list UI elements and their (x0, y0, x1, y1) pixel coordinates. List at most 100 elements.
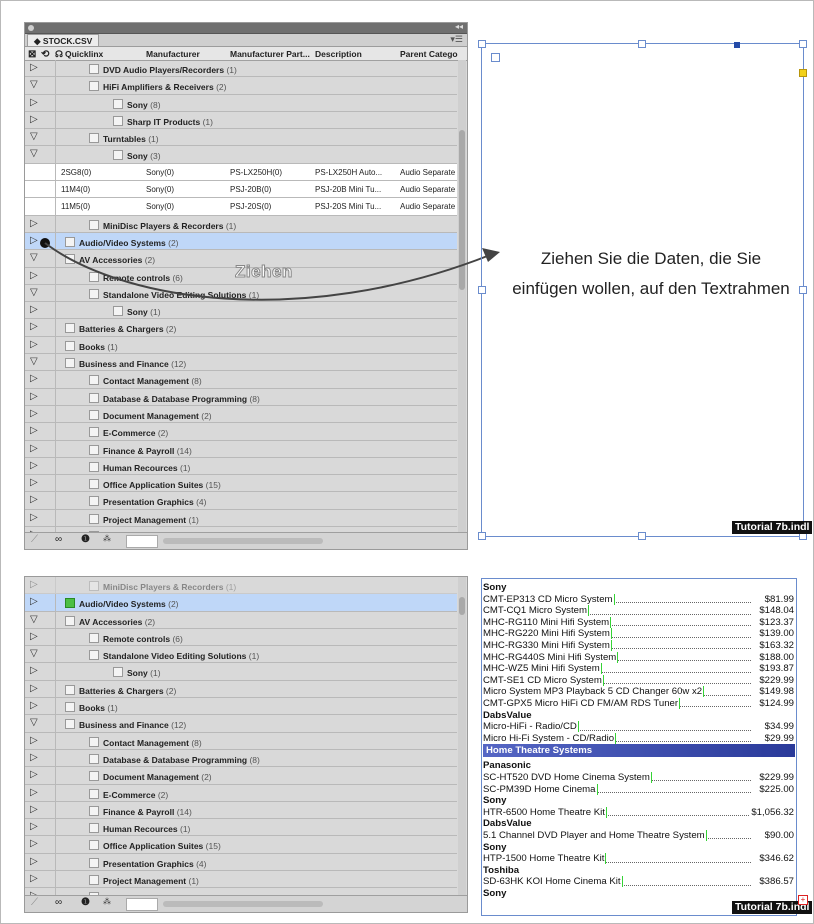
frame-handle[interactable] (799, 286, 807, 294)
category-name: Project Management (103, 876, 189, 887)
scroll-thumb[interactable] (459, 597, 465, 615)
product-line: CMT-EP313 CD Micro System $81.99 (483, 593, 795, 605)
checkbox[interactable] (89, 650, 99, 661)
in-port-icon[interactable] (491, 53, 500, 62)
collapsed-triangle-icon[interactable]: ▷ (30, 821, 38, 832)
checkbox[interactable] (89, 581, 99, 591)
product-name: Micro System MP3 Playback 5 CD Changer 6… (483, 686, 705, 698)
checkbox[interactable] (89, 823, 99, 834)
checkbox[interactable] (89, 736, 99, 747)
product-price: $1,056.32 (750, 806, 794, 819)
product-line: 5.1 Channel DVD Player and Home Theatre … (483, 830, 795, 842)
search-field[interactable] (126, 898, 158, 911)
tree-row[interactable]: ▷ Presentation Graphics (4) (25, 853, 457, 872)
tree-row[interactable]: ▷ Batteries & Chargers (2) (25, 680, 457, 699)
collapsed-triangle-icon[interactable]: ▷ (30, 631, 38, 642)
category-label: Office Application Suites (15) (89, 840, 221, 851)
collapsed-triangle-icon[interactable]: ▷ (30, 596, 38, 607)
tree-row[interactable]: ▷ Sony (1) (25, 663, 457, 681)
category-count: (1) (248, 651, 260, 662)
collapsed-triangle-icon[interactable]: ▷ (30, 873, 38, 884)
checkbox[interactable] (65, 598, 75, 609)
tree-row[interactable]: ▷ Office Application Suites (15) (25, 836, 457, 854)
checkbox[interactable] (65, 615, 75, 626)
checkbox[interactable] (113, 667, 123, 678)
collapsed-triangle-icon[interactable]: ▷ (30, 838, 38, 849)
frame-handle[interactable] (799, 40, 807, 48)
tree-row[interactable]: ▷ Contact Management (8) (25, 732, 457, 750)
checkbox[interactable] (89, 771, 99, 782)
binoculars-icon[interactable]: ∞ (55, 897, 62, 908)
tree-row[interactable]: ▽ Business and Finance (12) (25, 715, 457, 733)
checkbox[interactable] (89, 632, 99, 643)
frame-handle[interactable] (478, 40, 486, 48)
tree-list-bottom: ▷ MiniDisc Players & Recorders (1) ▷ Audio/… (25, 577, 457, 897)
product-name: Micro Hi-Fi System - CD/Radio (483, 732, 617, 744)
collapsed-triangle-icon[interactable]: ▷ (30, 787, 38, 798)
tree-row[interactable]: ▷ E-Commerce (2) (25, 784, 457, 802)
collapsed-triangle-icon[interactable]: ▷ (30, 769, 38, 780)
category-label: Sony (1) (113, 667, 161, 678)
category-count: (4) (196, 858, 207, 869)
collapsed-triangle-icon[interactable]: ▷ (30, 579, 38, 590)
corner-option-icon[interactable] (799, 69, 807, 77)
product-line: Micro Hi-Fi System - CD/Radio $29.99 (483, 732, 795, 745)
twisty-cell: ▷ (25, 749, 56, 767)
product-line: MHC-RG330 Mini Hifi System $163.32 (483, 640, 795, 652)
product-price: $139.00 (758, 628, 794, 640)
twisty-cell: ▷ (25, 628, 56, 646)
collapsed-triangle-icon[interactable]: ▷ (30, 804, 38, 815)
tree-row[interactable]: ▷ Audio/Video Systems (2) (25, 594, 457, 612)
product-price: $163.32 (758, 640, 794, 652)
checkbox[interactable] (65, 719, 75, 730)
collapsed-triangle-icon[interactable]: ▷ (30, 700, 38, 711)
frame-handle[interactable] (638, 40, 646, 48)
collapsed-triangle-icon[interactable]: ▷ (30, 735, 38, 746)
manufacturer-heading: Sony (483, 795, 795, 806)
product-name: MHC-RG330 Mini Hifi System (483, 640, 612, 651)
data-merge-panel-bottom: ▷ MiniDisc Players & Recorders (1) ▷ Audio/… (24, 576, 468, 913)
horizontal-scrollbar[interactable] (163, 901, 323, 907)
tree-row[interactable]: ▷ MiniDisc Players & Recorders (1) (25, 577, 457, 595)
collapsed-triangle-icon[interactable]: ▷ (30, 856, 38, 867)
tree-row[interactable]: ▽ AV Accessories (2) (25, 611, 457, 629)
checkbox[interactable] (89, 857, 99, 868)
unlink-icon[interactable]: ⁂ (103, 897, 111, 906)
product-line: MHC-WZ5 Mini Hifi System $193.87 (483, 663, 795, 675)
product-line: Micro System MP3 Playback 5 CD Changer 6… (483, 686, 795, 698)
checkbox[interactable] (89, 805, 99, 816)
tree-row[interactable]: ▷ Remote controls (6) (25, 628, 457, 647)
product-price: $188.00 (758, 651, 794, 663)
pen-icon[interactable]: ⟋ (31, 897, 38, 908)
checkbox[interactable] (89, 840, 99, 851)
anchor-marker[interactable] (734, 42, 740, 48)
collapsed-triangle-icon[interactable]: ▷ (30, 683, 38, 694)
frame-handle[interactable] (638, 532, 646, 540)
checkbox[interactable] (89, 788, 99, 799)
tree-row[interactable]: ▷ Finance & Payroll (14) (25, 801, 457, 820)
filled-text-frame[interactable]: Sony CMT-EP313 CD Micro System $81.99 CMT-C… (481, 578, 797, 916)
overset-text-icon[interactable]: + (798, 895, 808, 905)
collapsed-triangle-icon[interactable]: ▷ (30, 665, 38, 676)
frame-handle[interactable] (478, 532, 486, 540)
checkbox[interactable] (89, 875, 99, 886)
frame-handle[interactable] (478, 286, 486, 294)
tree-row[interactable]: ▷ Database & Database Programming (8) (25, 749, 457, 768)
info-icon[interactable]: ❶ (81, 897, 90, 908)
product-price: $29.99 (763, 732, 794, 745)
expanded-triangle-icon[interactable]: ▽ (30, 717, 38, 728)
tree-row[interactable]: ▷ Project Management (1) (25, 871, 457, 889)
checkbox[interactable] (89, 753, 99, 764)
checkbox[interactable] (65, 684, 75, 695)
expanded-triangle-icon[interactable]: ▽ (30, 614, 38, 625)
tree-row[interactable]: ▽ Standalone Video Editing Solutions (1) (25, 646, 457, 664)
category-label: Database & Database Programming (8) (89, 753, 260, 765)
tree-row[interactable]: ▷ Document Management (2) (25, 767, 457, 785)
checkbox[interactable] (65, 702, 75, 713)
tree-row[interactable]: ▷ Human Recources (1) (25, 819, 457, 837)
expanded-triangle-icon[interactable]: ▽ (30, 648, 38, 659)
twisty-cell: ▽ (25, 715, 56, 732)
collapsed-triangle-icon[interactable]: ▷ (30, 752, 38, 763)
tree-row[interactable]: ▷ Books (1) (25, 698, 457, 716)
vertical-scrollbar[interactable] (458, 577, 466, 897)
